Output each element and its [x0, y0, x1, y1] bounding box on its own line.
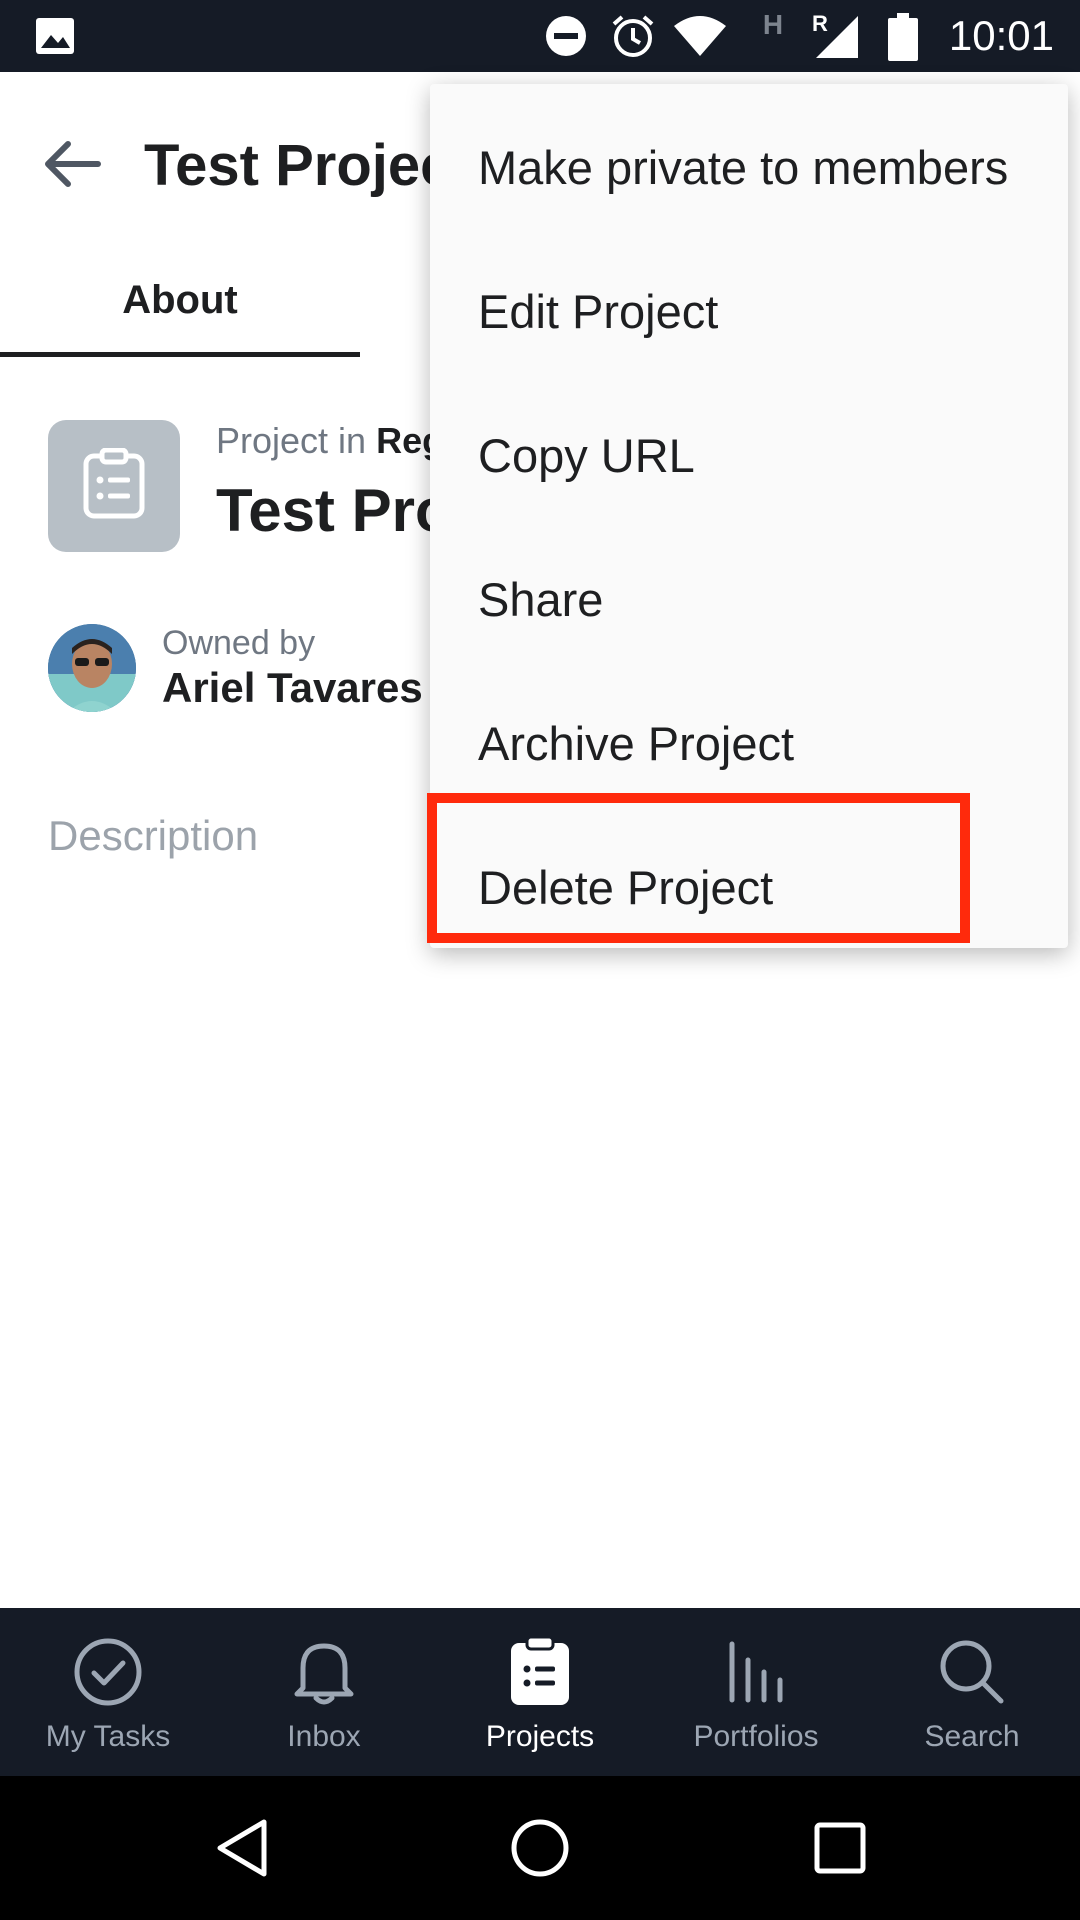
nav-item-portfolios[interactable]: Portfolios	[648, 1608, 864, 1776]
owned-by-label: Owned by	[162, 624, 316, 662]
highlight-annotation-box	[427, 793, 970, 943]
project-name: Test Pro	[216, 477, 452, 544]
arrow-left-icon	[42, 140, 102, 193]
menu-item-edit-project[interactable]: Edit Project	[430, 240, 1068, 384]
project-in-label: Project in	[216, 420, 367, 461]
clipboard-icon	[432, 1632, 648, 1712]
wifi-icon	[672, 12, 728, 60]
nav-label-projects: Projects	[485, 1720, 595, 1753]
home-circle-icon[interactable]	[470, 1776, 610, 1920]
network-type-label: H	[762, 9, 784, 40]
battery-icon	[886, 12, 920, 62]
alarm-icon	[610, 12, 656, 60]
menu-item-copy-url[interactable]: Copy URL	[430, 384, 1068, 528]
project-icon	[48, 420, 180, 552]
do-not-disturb-icon	[544, 14, 588, 58]
bar-chart-icon	[648, 1632, 864, 1712]
menu-item-make-private[interactable]: Make private to members	[430, 96, 1068, 240]
status-time: 10:01	[948, 12, 1054, 59]
system-navigation-bar	[0, 1776, 1080, 1920]
project-team-line: Project in Reg	[216, 420, 444, 462]
check-circle-icon	[0, 1632, 216, 1712]
active-tab-indicator	[0, 352, 360, 357]
owner-name[interactable]: Ariel Tavares C	[162, 664, 465, 712]
avatar[interactable]	[48, 624, 136, 712]
nav-label-my-tasks: My Tasks	[45, 1720, 171, 1753]
description-placeholder[interactable]: Description	[48, 812, 258, 860]
bell-icon	[216, 1632, 432, 1712]
page-title: Test Projec	[144, 133, 453, 198]
bottom-navigation: My Tasks Inbox Projects Portfolios Searc…	[0, 1608, 1080, 1776]
nav-label-inbox: Inbox	[287, 1720, 361, 1753]
nav-label-search: Search	[924, 1720, 1020, 1753]
recents-square-icon[interactable]	[770, 1776, 910, 1920]
status-bar: H R 10:01	[0, 0, 1080, 72]
back-button[interactable]	[30, 124, 114, 208]
nav-item-my-tasks[interactable]: My Tasks	[0, 1608, 216, 1776]
clipboard-list-icon	[82, 447, 146, 525]
roaming-label: R	[812, 11, 828, 36]
image-notification-icon	[34, 16, 76, 56]
nav-item-projects[interactable]: Projects	[432, 1608, 648, 1776]
search-icon	[864, 1632, 1080, 1712]
menu-item-share[interactable]: Share	[430, 528, 1068, 672]
back-triangle-icon[interactable]	[172, 1776, 312, 1920]
nav-item-inbox[interactable]: Inbox	[216, 1608, 432, 1776]
nav-item-search[interactable]: Search	[864, 1608, 1080, 1776]
nav-label-portfolios: Portfolios	[693, 1720, 819, 1753]
tab-about[interactable]: About	[0, 242, 360, 358]
